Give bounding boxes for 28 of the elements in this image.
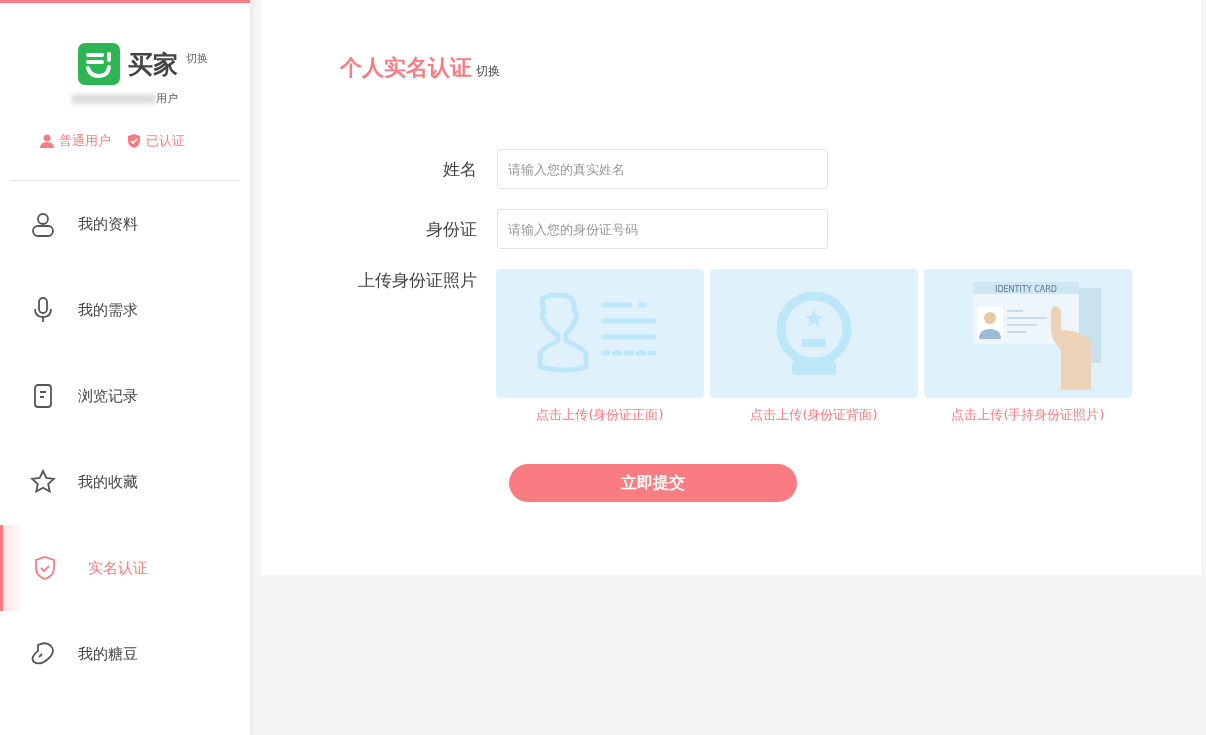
person-icon — [30, 211, 56, 237]
switch-link[interactable]: 切换 — [186, 51, 208, 66]
status-label: 普通用户 — [59, 132, 111, 150]
input-field[interactable]: 请输入您的真实姓名 — [497, 149, 828, 189]
logo-icon — [78, 43, 120, 85]
card-text: IDENTITY CARD — [994, 284, 1057, 293]
user-type-label: 用户 — [156, 91, 178, 106]
star-icon — [30, 469, 56, 495]
shield-check-icon — [32, 555, 58, 581]
switch-link[interactable]: 切换 — [476, 63, 500, 80]
field-label: 姓名 — [442, 157, 477, 181]
page-title: 个人实名认证 — [340, 54, 472, 82]
shield-check-icon — [127, 134, 141, 148]
sidebar-item[interactable]: 我的需求 — [0, 267, 250, 353]
status-label: 已认证 — [146, 132, 185, 150]
field-label: 身份证 — [425, 217, 477, 241]
brand-name: 买家 — [128, 48, 178, 81]
sidebar-item[interactable]: 我的资料 — [0, 181, 250, 267]
upload-card[interactable] — [710, 269, 918, 398]
sidebar-item[interactable]: 我的糖豆 — [0, 611, 250, 697]
bean-icon — [30, 641, 56, 667]
field-label: 上传身份证照片 — [357, 269, 477, 292]
sidebar-item[interactable]: 浏览记录 — [0, 353, 250, 439]
input-field[interactable]: 请输入您的身份证号码 — [497, 209, 828, 249]
upload-card[interactable]: IDENTITY CARD — [924, 269, 1132, 398]
person-icon — [40, 134, 54, 148]
sidebar-item[interactable]: 我的收藏 — [0, 439, 250, 525]
upload-card[interactable] — [496, 269, 704, 398]
